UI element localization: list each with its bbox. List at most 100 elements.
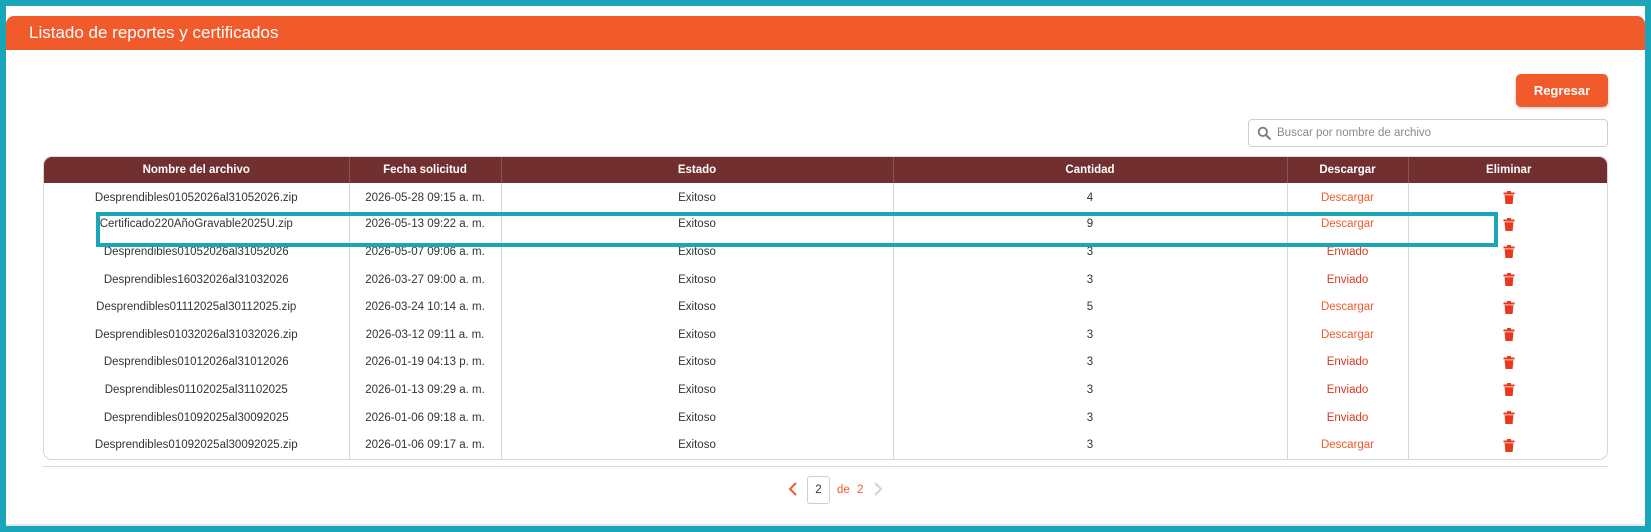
- download-link[interactable]: Descargar: [1321, 329, 1374, 341]
- cell-delete: [1408, 349, 1607, 377]
- trash-icon[interactable]: [1503, 273, 1515, 287]
- cell-request-date: 2026-01-19 04:13 p. m.: [349, 348, 502, 377]
- cell-delete: [1408, 293, 1607, 321]
- table-row: Desprendibles16032026al31032026 2026-03-2…: [44, 265, 1607, 294]
- column-header-name: Nombre del archivo: [44, 157, 350, 183]
- cell-file-name: Desprendibles01012026al31012026: [44, 348, 350, 377]
- cell-file-name: Certificado220AñoGravable2025U.zip: [44, 210, 350, 239]
- cell-quantity: 5: [893, 293, 1288, 321]
- pagination-total-pages: 2: [857, 484, 864, 496]
- cell-delete: [1408, 376, 1607, 404]
- cell-status: Exitoso: [501, 265, 894, 294]
- download-link[interactable]: Descargar: [1321, 218, 1374, 230]
- cell-download: Enviado: [1287, 348, 1409, 377]
- search-box[interactable]: [1248, 119, 1608, 147]
- cell-download: Descargar: [1287, 431, 1409, 459]
- current-page[interactable]: 2: [807, 476, 830, 504]
- table-row: Desprendibles01052026al31052026 2026-05-0…: [44, 238, 1607, 266]
- cell-file-name: Desprendibles01092025al30092025: [44, 403, 350, 432]
- column-header-delete: Eliminar: [1408, 157, 1607, 183]
- trash-icon[interactable]: [1503, 245, 1515, 259]
- cell-status: Exitoso: [501, 210, 894, 239]
- column-header-status: Estado: [501, 157, 894, 183]
- cell-delete: [1408, 321, 1607, 349]
- trash-icon[interactable]: [1503, 411, 1515, 425]
- cell-download: Descargar: [1287, 293, 1409, 321]
- trash-icon[interactable]: [1503, 383, 1515, 397]
- table-row: Desprendibles01102025al31102025 2026-01-1…: [44, 376, 1607, 404]
- table-bottom-divider: [43, 466, 1608, 467]
- download-link[interactable]: Descargar: [1321, 439, 1374, 451]
- table-header-row: Nombre del archivo Fecha solicitud Estad…: [44, 157, 1607, 183]
- sent-status: Enviado: [1326, 356, 1369, 369]
- download-link[interactable]: Descargar: [1321, 192, 1374, 204]
- page: Listado de reportes y certificados Regre…: [6, 6, 1645, 526]
- trash-icon[interactable]: [1503, 300, 1515, 314]
- sent-status: Enviado: [1326, 273, 1369, 286]
- cell-quantity: 3: [893, 238, 1288, 266]
- footer-divider: [6, 524, 1645, 526]
- cell-request-date: 2026-01-06 09:18 a. m.: [349, 403, 502, 432]
- cell-file-name: Desprendibles01102025al31102025: [44, 376, 350, 404]
- cell-delete: [1408, 404, 1607, 432]
- cell-status: Exitoso: [501, 376, 894, 404]
- search-input[interactable]: [1277, 122, 1602, 144]
- cell-request-date: 2026-05-28 09:15 a. m.: [349, 183, 502, 211]
- cell-status: Exitoso: [501, 348, 894, 377]
- download-link[interactable]: Descargar: [1321, 301, 1374, 313]
- cell-file-name: Desprendibles01032026al31032026.zip: [44, 320, 350, 349]
- cell-download: Enviado: [1287, 376, 1409, 404]
- reports-table: Nombre del archivo Fecha solicitud Estad…: [43, 156, 1608, 460]
- cell-status: Exitoso: [501, 431, 894, 459]
- cell-file-name: Desprendibles01092025al30092025.zip: [44, 431, 350, 459]
- cell-file-name: Desprendibles16032026al31032026: [44, 265, 350, 294]
- cell-delete: [1408, 266, 1607, 294]
- back-button[interactable]: Regresar: [1516, 74, 1608, 107]
- cell-status: Exitoso: [501, 238, 894, 266]
- cell-status: Exitoso: [501, 320, 894, 349]
- cell-request-date: 2026-05-13 09:22 a. m.: [349, 210, 502, 239]
- cell-quantity: 3: [893, 376, 1288, 404]
- cell-file-name: Desprendibles01052026al31052026: [44, 238, 350, 266]
- cell-file-name: Desprendibles01052026al31052026.zip: [44, 183, 350, 211]
- cell-request-date: 2026-01-13 09:29 a. m.: [349, 376, 502, 404]
- cell-request-date: 2026-03-12 09:11 a. m.: [349, 320, 502, 349]
- table-row: Desprendibles01092025al30092025.zip 2026-…: [44, 431, 1607, 459]
- trash-icon[interactable]: [1503, 191, 1515, 205]
- trash-icon[interactable]: [1503, 438, 1515, 452]
- cell-status: Exitoso: [501, 293, 894, 321]
- trash-icon[interactable]: [1503, 328, 1515, 342]
- cell-quantity: 3: [893, 265, 1288, 294]
- cell-download: Descargar: [1287, 210, 1409, 239]
- cell-download: Descargar: [1287, 183, 1409, 211]
- chevron-left-icon[interactable]: [786, 481, 800, 497]
- chevron-right-icon[interactable]: [871, 481, 885, 497]
- sent-status: Enviado: [1326, 383, 1369, 396]
- column-header-download: Descargar: [1287, 157, 1409, 183]
- pagination-of-label: de: [837, 484, 850, 496]
- cell-delete: [1408, 238, 1607, 266]
- trash-icon[interactable]: [1503, 217, 1515, 231]
- cell-quantity: 3: [893, 320, 1288, 349]
- cell-quantity: 3: [893, 348, 1288, 377]
- sent-status: Enviado: [1326, 411, 1369, 424]
- cell-request-date: 2026-01-06 09:17 a. m.: [349, 431, 502, 459]
- cell-status: Exitoso: [501, 403, 894, 432]
- pagination: 2 de 2: [786, 476, 916, 504]
- trash-icon[interactable]: [1503, 355, 1515, 369]
- cell-request-date: 2026-03-27 09:00 a. m.: [349, 265, 502, 294]
- cell-delete: [1408, 431, 1607, 459]
- cell-delete: [1408, 211, 1607, 239]
- cell-delete: [1408, 183, 1607, 211]
- cell-status: Exitoso: [501, 183, 894, 211]
- sent-status: Enviado: [1326, 245, 1369, 258]
- cell-download: Descargar: [1287, 320, 1409, 349]
- cell-request-date: 2026-03-24 10:14 a. m.: [349, 293, 502, 321]
- page-title: Listado de reportes y certificados: [29, 23, 279, 42]
- cell-file-name: Desprendibles01112025al30112025.zip: [44, 293, 350, 321]
- search-icon: [1257, 126, 1271, 140]
- reports-table-grid: Nombre del archivo Fecha solicitud Estad…: [44, 157, 1607, 459]
- cell-quantity: 3: [893, 431, 1288, 459]
- cell-quantity: 9: [893, 210, 1288, 239]
- cell-download: Enviado: [1287, 403, 1409, 432]
